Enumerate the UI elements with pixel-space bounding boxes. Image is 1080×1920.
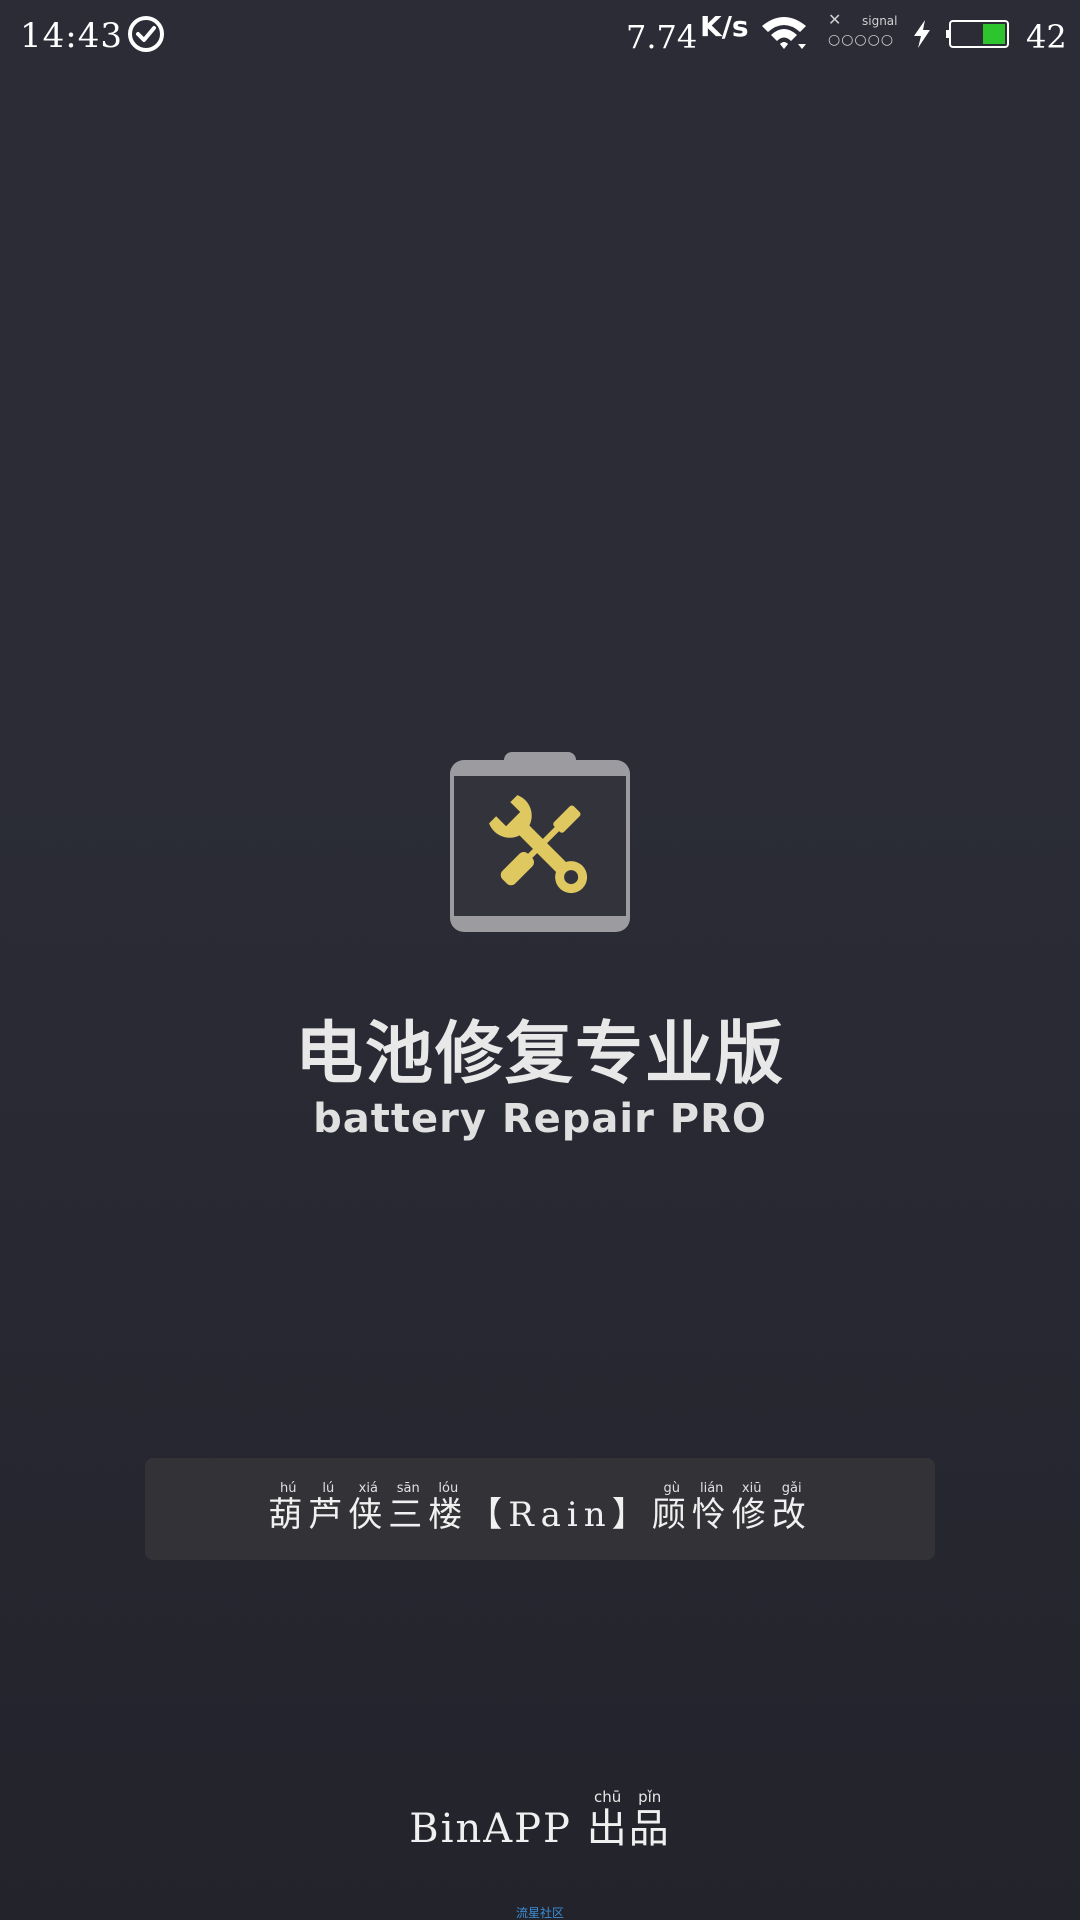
credit-char: 顾gù (651, 1481, 692, 1535)
status-bar: 14:43 7.74 K/s ✕ signal ○○○○○ 42 (0, 0, 1080, 72)
publisher-char: 出chū (586, 1788, 629, 1852)
credit-char: 三sān (388, 1481, 429, 1535)
battery-fill (983, 24, 1005, 44)
check-circle-icon (128, 16, 164, 52)
battery-wrench-screwdriver-icon (450, 752, 630, 932)
network-speed-unit: K/s (700, 10, 749, 43)
no-sim-icon: ✕ (828, 10, 842, 29)
battery-icon (946, 20, 1009, 48)
credit-char: 侠xiá (348, 1481, 389, 1535)
credit-char: 改gǎi (771, 1481, 812, 1535)
credit-char: 楼lóu (428, 1481, 469, 1535)
app-title-english: battery Repair PRO (313, 1096, 767, 1142)
wifi-icon (762, 17, 806, 49)
battery-level: 42 (1026, 18, 1067, 56)
publisher-brand: BinAPP (409, 1806, 572, 1852)
status-time: 14:43 (20, 16, 123, 56)
credit-char: 怜lián (691, 1481, 732, 1535)
app-title-chinese: 电池修复专业版 (294, 1015, 785, 1094)
credit-author: 【Rain】 (468, 1495, 652, 1535)
credit-char: 修xiū (731, 1481, 772, 1535)
signal-strength-dots: ○○○○○ (828, 32, 895, 48)
credit-banner: 葫hú芦lú侠xiá三sān楼lóu【Rain】顾gù怜lián修xiū改gǎi (145, 1458, 935, 1560)
publisher-char: 品pǐn (628, 1788, 671, 1852)
signal-label: signal (862, 14, 898, 28)
network-speed: 7.74 (626, 18, 698, 56)
publisher-credit: BinAPP 出chū品pǐn (0, 1788, 1080, 1854)
watermark-text: 流星社区 (515, 1906, 564, 1920)
charging-bolt-icon (914, 20, 930, 48)
credit-char: 芦lú (308, 1481, 349, 1535)
credit-text: 葫hú芦lú侠xiá三sān楼lóu【Rain】顾gù怜lián修xiū改gǎi (145, 1481, 935, 1536)
credit-char: 葫hú (268, 1481, 309, 1535)
